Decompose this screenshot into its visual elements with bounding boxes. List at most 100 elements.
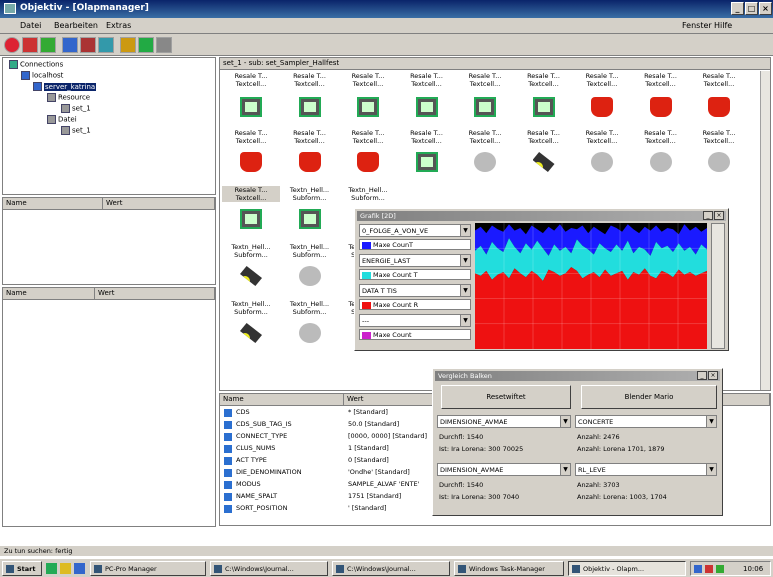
series-select-2[interactable]: ENERGIE_LAST ▼ (359, 254, 471, 267)
grid-item-sublabel: Subform... (292, 194, 327, 202)
tree-item-set1b[interactable]: set_1 (61, 126, 91, 135)
col-header-value[interactable]: Wert (95, 288, 215, 300)
series-select-4[interactable]: --- ▼ (359, 314, 471, 327)
property-value: ' [Standard] (348, 504, 387, 512)
tray-volume-icon[interactable] (716, 565, 724, 573)
task-journal-1[interactable]: C:\Windows\Journal... (210, 561, 328, 576)
measure-select-1[interactable]: CONCERTE ▼ (575, 415, 717, 428)
grid-item[interactable]: Textn_Hell...Subform... (222, 242, 280, 304)
cube-red-icon (591, 97, 613, 117)
tray-network-icon[interactable] (694, 565, 702, 573)
graph-minimize-button[interactable]: _ (703, 211, 713, 220)
grid-item-label: Resale T... (234, 72, 268, 80)
graph-close-button[interactable]: × (714, 211, 724, 220)
grid-item[interactable]: Resale T... Textcell... (222, 128, 280, 190)
grid-scrollbar[interactable] (760, 71, 770, 390)
grid-item[interactable]: Textn_Hell...Subform... (281, 242, 339, 304)
blender-button[interactable]: Blender Mario (581, 385, 717, 409)
task-taskmanager[interactable]: Windows Task-Manager (454, 561, 564, 576)
graph-scrollbar[interactable] (711, 223, 725, 349)
left-info-2: Ist: Ira Lorena: 300 70025 (439, 445, 524, 453)
grid-item[interactable]: Resale T... Textcell... (690, 71, 748, 133)
right-info-2: Anzahl: Lorena 1701, 1879 (577, 445, 665, 453)
tree-item-server[interactable]: server_katrina (33, 82, 97, 91)
grid-item-label: Resale T... (293, 129, 326, 137)
property-icon (224, 433, 232, 441)
delete-icon[interactable] (22, 37, 38, 53)
reset-button[interactable]: Resetwiftet (441, 385, 571, 409)
menu-hilfe[interactable]: Hilfe (714, 21, 732, 30)
col-header-name[interactable]: Name (3, 288, 95, 300)
series-select-3[interactable]: DATA T TIS ▼ (359, 284, 471, 297)
property-value: [0000, 0000] [Standard] (348, 432, 427, 440)
grid-item[interactable]: Resale T... Textcell... (632, 128, 690, 190)
properties-icon[interactable] (120, 37, 136, 53)
grid-item-label: Resale T... (410, 72, 443, 80)
grid-item[interactable]: Resale T... Textcell... (281, 71, 339, 133)
grid-item[interactable]: Resale T... Textcell... (573, 71, 631, 133)
connect-icon[interactable] (40, 37, 56, 53)
grid-item[interactable]: Resale T... Textcell... (456, 128, 514, 190)
settings-icon[interactable] (156, 37, 172, 53)
grid-item[interactable]: Resale T... Textcell... (573, 128, 631, 190)
grid-item-label: Textn_Hell... (289, 300, 330, 308)
menu-bearbeiten[interactable]: Bearbeiten (54, 21, 98, 30)
quicklaunch-ie-icon[interactable] (46, 563, 57, 574)
grid-item-sublabel: Textcell... (235, 137, 267, 145)
grid-item-label: Textn_Hell... (348, 186, 388, 194)
task-journal-2[interactable]: C:\Windows\Journal... (332, 561, 450, 576)
compare-close-button[interactable]: × (708, 371, 718, 380)
tree-item-localhost[interactable]: localhost (21, 71, 63, 80)
property-icon (224, 505, 232, 513)
grid-item[interactable]: Resale T... Textcell... (339, 128, 397, 190)
quicklaunch-desktop-icon[interactable] (74, 563, 85, 574)
menu-extras[interactable]: Extras (106, 21, 131, 30)
grid-item[interactable]: Resale T... Textcell... (222, 185, 280, 247)
server-icon (33, 82, 42, 91)
col-header-name[interactable]: Name (220, 394, 344, 406)
start-button[interactable]: Start (2, 561, 42, 576)
grid-item-sublabel: Textcell... (352, 80, 384, 88)
close-button[interactable]: × (759, 2, 772, 15)
refresh-icon[interactable] (62, 37, 78, 53)
dimension-select-1[interactable]: DIMENSIONE_AVMAE ▼ (437, 415, 571, 428)
series-select-1[interactable]: 0_FOLGE_A_VON_VE ▼ (359, 224, 471, 237)
tree-item-connections[interactable]: Connections (9, 60, 63, 69)
stop-icon[interactable] (4, 37, 20, 53)
grid-item[interactable]: Textn_Hell...Subform... (281, 299, 339, 361)
measure-select-2[interactable]: RL_LEVE ▼ (575, 463, 717, 476)
tree-item-set1[interactable]: set_1 (61, 104, 91, 113)
grid-item[interactable]: Textn_Hell...Subform... (222, 299, 280, 361)
grid-item[interactable]: Resale T... Textcell... (398, 71, 456, 133)
menu-fenster[interactable]: Fenster (682, 21, 712, 30)
grid-item[interactable]: Textn_Hell...Subform... (281, 185, 339, 247)
grid-item[interactable]: Resale T... Textcell... (456, 71, 514, 133)
minimize-button[interactable]: _ (731, 2, 744, 15)
tree-item-datei[interactable]: Datei (47, 115, 77, 124)
menu-datei[interactable]: Datei (20, 21, 41, 30)
grid-item[interactable]: Resale T... Textcell... (515, 128, 573, 190)
grid-icon[interactable] (138, 37, 154, 53)
grid-item[interactable]: Resale T... Textcell... (515, 71, 573, 133)
grid-item[interactable]: Resale T... Textcell... (690, 128, 748, 190)
grid-item-label: Resale T... (468, 129, 502, 137)
grid-item[interactable]: Resale T... Textcell... (222, 71, 280, 133)
edit-icon[interactable] (80, 37, 96, 53)
grid-item[interactable]: Resale T... Textcell... (632, 71, 690, 133)
grid-item-sublabel: Textcell... (528, 137, 559, 145)
maximize-button[interactable]: □ (745, 2, 758, 15)
task-objektiv[interactable]: Objektiv - Olapm... (568, 561, 686, 576)
col-header-name[interactable]: Name (3, 198, 103, 210)
task-pc-pro[interactable]: PC-Pro Manager (90, 561, 206, 576)
server-icon (298, 209, 321, 229)
grid-item[interactable]: Resale T... Textcell... (398, 128, 456, 190)
col-header-value[interactable]: Wert (103, 198, 215, 210)
chart-icon[interactable] (98, 37, 114, 53)
compare-minimize-button[interactable]: _ (697, 371, 707, 380)
tray-security-icon[interactable] (705, 565, 713, 573)
quicklaunch-folder-icon[interactable] (60, 563, 71, 574)
tree-item-resource[interactable]: Resource (47, 93, 90, 102)
dimension-select-2[interactable]: DIMENSION_AVMAE ▼ (437, 463, 571, 476)
grid-item[interactable]: Resale T... Textcell... (339, 71, 397, 133)
grid-item[interactable]: Resale T... Textcell... (281, 128, 339, 190)
